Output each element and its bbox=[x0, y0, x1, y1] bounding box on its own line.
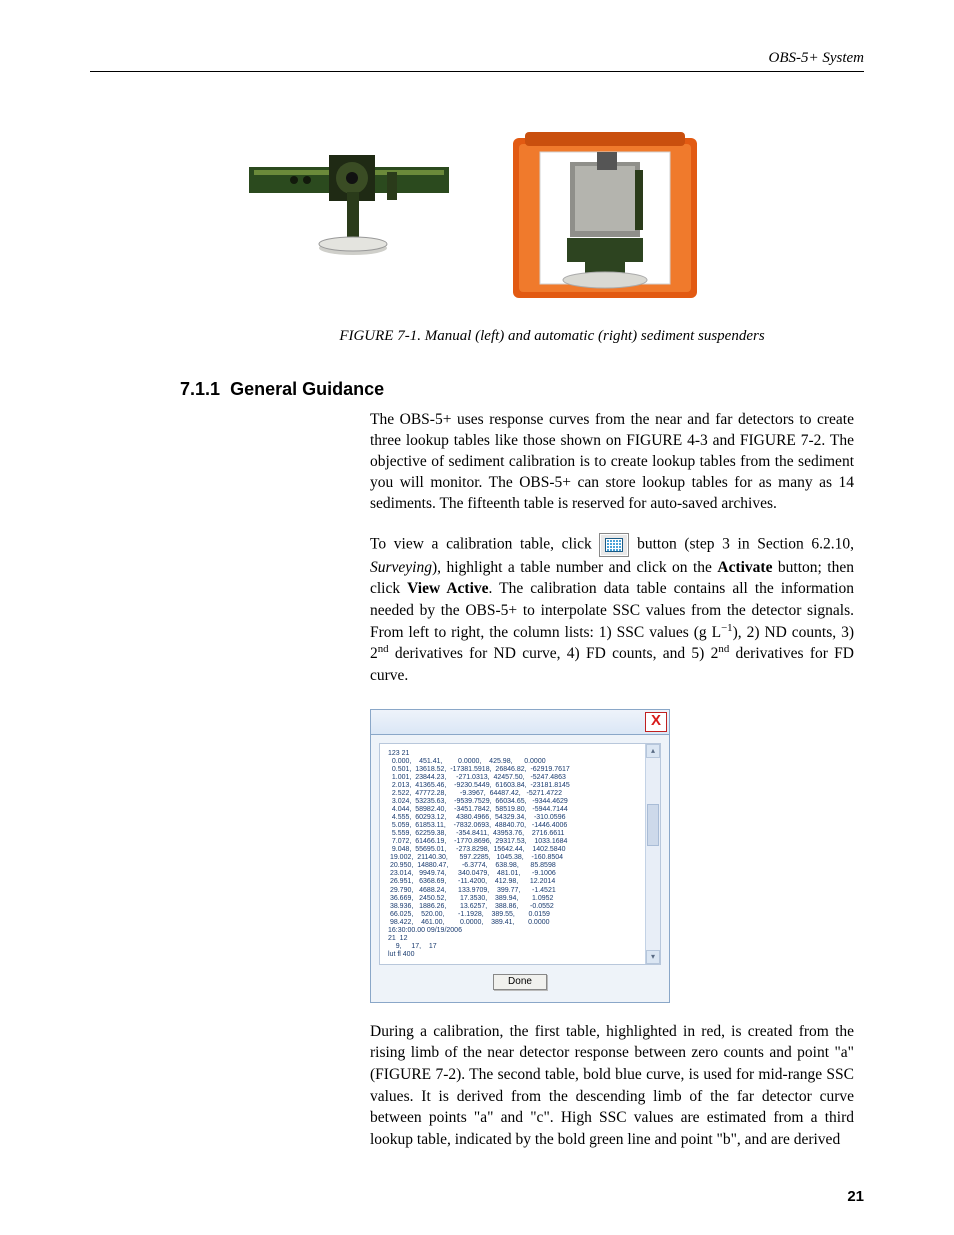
p2-surveying: Surveying bbox=[370, 559, 432, 576]
done-button[interactable]: Done bbox=[493, 974, 547, 990]
table-view-icon[interactable] bbox=[599, 533, 629, 557]
dialog-text-area: 123 21 0.000, 451.41, 0.0000, 425.98, 0.… bbox=[379, 743, 661, 965]
p2-a: button (step 3 in Section 6.2.10, bbox=[629, 535, 854, 552]
dialog-titlebar: X bbox=[370, 709, 670, 735]
section-number: 7.1.1 bbox=[180, 379, 220, 399]
running-header: OBS-5+ System bbox=[90, 50, 864, 67]
p2-c: ), highlight a table number and click on… bbox=[432, 559, 717, 576]
calibration-dialog: X 123 21 0.000, 451.41, 0.0000, 425.98, … bbox=[370, 709, 670, 1003]
sup-nd-b: nd bbox=[718, 643, 729, 655]
paragraph-3: During a calibration, the first table, h… bbox=[370, 1021, 854, 1151]
page-number: 21 bbox=[847, 1188, 864, 1205]
scroll-down-icon[interactable]: ▾ bbox=[646, 950, 660, 964]
p2-i: derivatives for ND curve, 4) FD counts, … bbox=[389, 645, 719, 662]
scroll-up-icon[interactable]: ▴ bbox=[646, 744, 660, 758]
section-heading: 7.1.1 General Guidance bbox=[180, 379, 864, 400]
p2-activate: Activate bbox=[717, 559, 772, 576]
figure-right-photo bbox=[485, 112, 725, 312]
header-rule bbox=[90, 71, 864, 72]
dialog-table-text: 123 21 0.000, 451.41, 0.0000, 425.98, 0.… bbox=[380, 744, 660, 965]
p2-pre: To view a calibration table, click bbox=[370, 535, 599, 552]
close-icon[interactable]: X bbox=[645, 712, 667, 732]
paragraph-2: To view a calibration table, click butto… bbox=[370, 533, 854, 687]
scroll-thumb[interactable] bbox=[647, 804, 659, 846]
figure-left-photo bbox=[229, 112, 469, 282]
section-title: General Guidance bbox=[230, 379, 384, 399]
figure-images bbox=[90, 112, 864, 312]
sup-neg1: −1 bbox=[721, 622, 733, 634]
figure-caption: FIGURE 7-1. Manual (left) and automatic … bbox=[240, 328, 864, 345]
paragraph-1: The OBS-5+ uses response curves from the… bbox=[370, 410, 854, 515]
p2-viewactive: View Active bbox=[407, 580, 488, 597]
sup-nd-a: nd bbox=[378, 643, 389, 655]
dialog-scrollbar[interactable]: ▴ ▾ bbox=[645, 744, 660, 964]
